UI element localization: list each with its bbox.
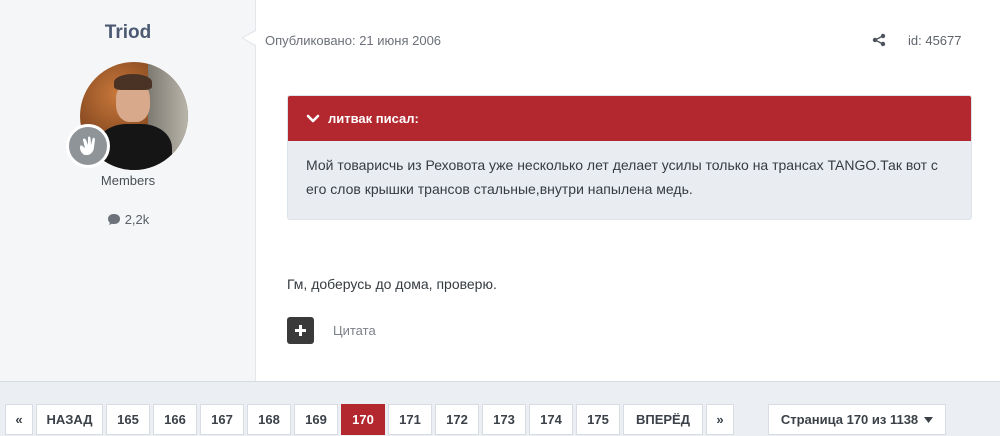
prev-page-button[interactable]: НАЗАД: [36, 404, 103, 435]
author-panel: Triod Members 2,2k: [0, 0, 256, 381]
post-id[interactable]: id: 45677: [908, 33, 962, 48]
post-count-value: 2,2k: [124, 212, 150, 227]
author-group: Members: [100, 173, 156, 188]
plus-icon: [295, 325, 306, 336]
page-167[interactable]: 167: [200, 404, 244, 435]
page-jump-label: Страница 170 из 1138: [780, 412, 919, 427]
page-168[interactable]: 168: [247, 404, 291, 435]
post-count: 2,2k: [0, 212, 256, 227]
quote-author: литвак писал:: [328, 111, 419, 126]
rank-badge-icon: [66, 124, 110, 168]
author-name[interactable]: Triod: [0, 22, 256, 44]
page-jump-dropdown[interactable]: Страница 170 из 1138: [768, 404, 946, 435]
quote-block: литвак писал: Мой товарисчь из Реховота …: [287, 95, 972, 220]
post-date[interactable]: Опубликовано: 21 июня 2006: [265, 33, 441, 48]
chevron-down-icon: [306, 114, 320, 122]
quote-header[interactable]: литвак писал:: [288, 96, 971, 141]
quote-button[interactable]: Цитата: [333, 323, 376, 338]
post-text: Гм, доберусь до дома, проверю.: [287, 276, 497, 292]
page-175[interactable]: 175: [576, 404, 620, 435]
multiquote-button[interactable]: [287, 317, 314, 344]
page-169[interactable]: 169: [294, 404, 338, 435]
page-174[interactable]: 174: [529, 404, 573, 435]
post-card: Triod Members 2,2k Опубликовано: 21 июня…: [0, 0, 1000, 382]
quote-text: Мой товарисчь из Реховота уже несколько …: [306, 157, 938, 197]
page-171[interactable]: 171: [388, 404, 432, 435]
page-165[interactable]: 165: [106, 404, 150, 435]
hand-wave-icon: [79, 136, 95, 155]
share-icon[interactable]: [872, 33, 886, 47]
first-page-button[interactable]: «: [5, 404, 33, 435]
pagination: « НАЗАД 165 166 167 168 169 170 171 172 …: [5, 404, 734, 435]
page-166[interactable]: 166: [153, 404, 197, 435]
page-173[interactable]: 173: [482, 404, 526, 435]
last-page-button[interactable]: »: [706, 404, 734, 435]
page-170-current[interactable]: 170: [341, 404, 385, 435]
comment-icon: [107, 214, 120, 225]
page-172[interactable]: 172: [435, 404, 479, 435]
next-page-button[interactable]: ВПЕРЁД: [623, 404, 703, 435]
caret-down-icon: [924, 416, 934, 423]
